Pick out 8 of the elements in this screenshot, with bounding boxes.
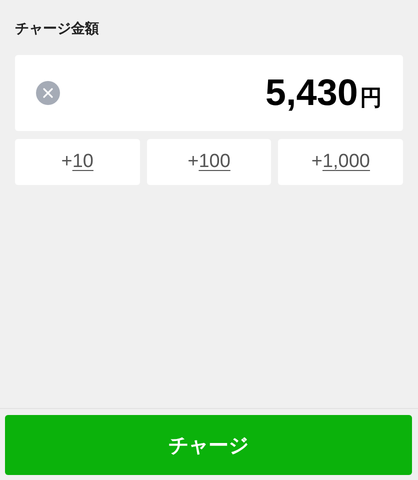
add-amount-button[interactable]: +10 bbox=[15, 139, 140, 185]
add-amount-button[interactable]: +1,000 bbox=[278, 139, 404, 185]
section-label: チャージ金額 bbox=[15, 20, 100, 38]
amount-field[interactable]: 5,430 円 bbox=[15, 55, 403, 131]
amount-value: 5,430 bbox=[265, 72, 358, 114]
clear-icon[interactable] bbox=[36, 81, 60, 105]
currency-unit: 円 bbox=[360, 85, 382, 113]
add-amount-button[interactable]: +100 bbox=[146, 139, 272, 185]
